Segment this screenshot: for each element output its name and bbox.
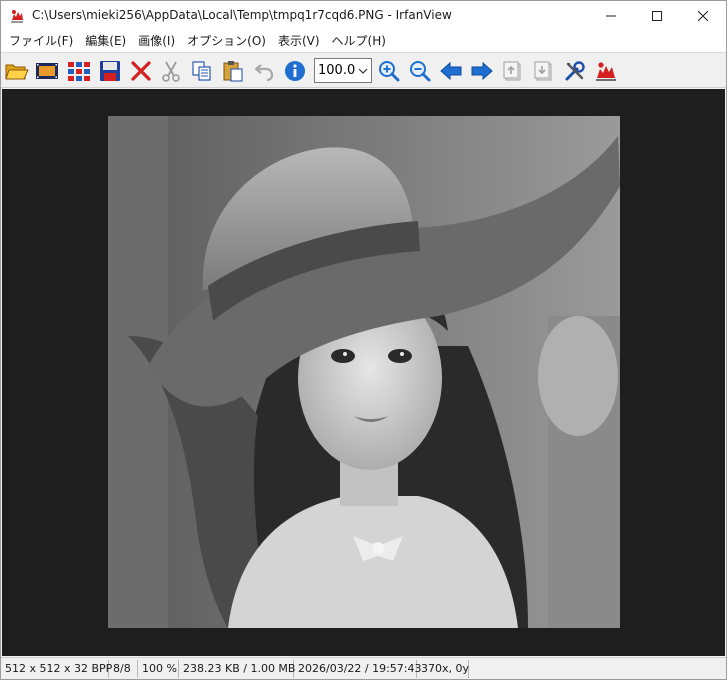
close-button[interactable] (680, 1, 726, 31)
save-icon (100, 61, 120, 81)
paste-icon (223, 61, 243, 82)
delete-icon (131, 61, 151, 81)
status-dimensions: 512 x 512 x 32 BPP (1, 659, 112, 678)
window-title: C:\Users\mieki256\AppData\Local\Temp\tmp… (32, 8, 452, 22)
open-folder-icon (5, 64, 29, 80)
maximize-button[interactable] (634, 1, 680, 31)
menu-bar: ファイル(F) 編集(E) 画像(I) オプション(O) 表示(V) ヘルプ(H… (1, 31, 726, 52)
chevron-down-icon (358, 68, 368, 74)
previous-icon (440, 61, 462, 81)
cut-button[interactable] (158, 58, 184, 84)
portrait-photo (108, 116, 620, 628)
maximize-icon (652, 11, 662, 21)
info-icon (285, 61, 305, 81)
slideshow-icon (36, 63, 58, 79)
slideshow-button[interactable] (34, 58, 60, 84)
menu-edit[interactable]: 編集(E) (79, 31, 132, 52)
open-button[interactable] (4, 58, 30, 84)
status-datetime: 2026/03/22 / 19:57:43 (294, 659, 422, 678)
menu-file[interactable]: ファイル(F) (3, 31, 79, 52)
info-button[interactable] (282, 58, 308, 84)
displayed-image (108, 116, 620, 628)
first-page-icon (503, 61, 521, 81)
last-page-icon (534, 61, 552, 81)
minimize-button[interactable] (588, 1, 634, 31)
settings-button[interactable] (562, 58, 588, 84)
save-button[interactable] (97, 58, 123, 84)
zoom-value: 100.0 (318, 63, 356, 78)
copy-button[interactable] (189, 58, 215, 84)
first-page-button[interactable] (500, 58, 526, 84)
zoom-select[interactable]: 100.0 (314, 58, 372, 83)
menu-view[interactable]: 表示(V) (272, 31, 326, 52)
status-bar: 512 x 512 x 32 BPP 8/8 100 % 238.23 KB /… (1, 657, 726, 679)
minimize-icon (606, 15, 616, 17)
zoom-out-button[interactable] (407, 58, 433, 84)
about-button[interactable] (593, 58, 619, 84)
irfanview-logo-icon (596, 62, 616, 81)
status-index: 8/8 (109, 659, 138, 678)
delete-button[interactable] (128, 58, 154, 84)
next-icon (471, 61, 493, 81)
undo-icon (254, 64, 274, 82)
last-page-button[interactable] (531, 58, 557, 84)
settings-icon (565, 61, 585, 81)
zoom-in-button[interactable] (376, 58, 402, 84)
status-zoom: 100 % (138, 659, 179, 678)
menu-image[interactable]: 画像(I) (132, 31, 181, 52)
toolbar: 100.0 (1, 52, 726, 88)
undo-button[interactable] (251, 58, 277, 84)
image-viewport[interactable] (2, 89, 725, 656)
menu-help[interactable]: ヘルプ(H) (326, 31, 392, 52)
zoom-out-icon (410, 61, 431, 82)
cut-icon (162, 61, 180, 82)
irfanview-app-icon[interactable] (9, 8, 25, 24)
menu-options[interactable]: オプション(O) (181, 31, 272, 52)
zoom-in-icon (379, 61, 400, 82)
previous-button[interactable] (438, 58, 464, 84)
copy-icon (192, 61, 211, 81)
close-icon (698, 11, 708, 21)
title-bar: C:\Users\mieki256\AppData\Local\Temp\tmp… (1, 1, 726, 31)
status-cursor: 370x, 0y (417, 659, 469, 678)
thumbnails-button[interactable] (66, 58, 92, 84)
next-button[interactable] (469, 58, 495, 84)
status-filesize: 238.23 KB / 1.00 MB (179, 659, 295, 678)
paste-button[interactable] (220, 58, 246, 84)
thumbnails-icon (68, 62, 90, 81)
irfanview-window: C:\Users\mieki256\AppData\Local\Temp\tmp… (0, 0, 727, 680)
